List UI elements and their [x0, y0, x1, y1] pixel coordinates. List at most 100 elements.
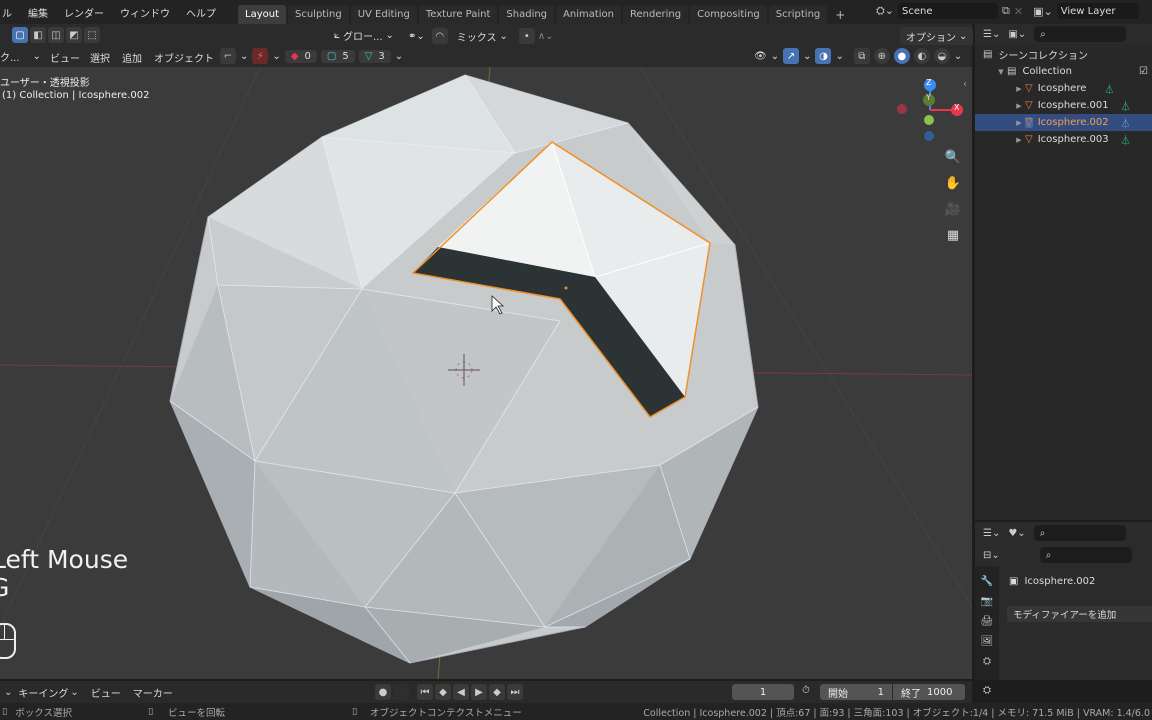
snap-mode-dropdown[interactable]: ミックス: [457, 29, 497, 44]
tab-animation[interactable]: Animation: [556, 5, 622, 24]
menu-timeline-view[interactable]: ビュー: [85, 685, 127, 700]
checkbox-icon[interactable]: ☑: [1139, 66, 1148, 77]
scene-icon[interactable]: ⛭⌄: [876, 4, 894, 18]
outliner-item-selected[interactable]: ▶ ▽ Icosphere.002 ⏃: [975, 114, 1152, 131]
view-layer-icon[interactable]: 🖼: [981, 636, 994, 647]
keystroke-display: Left Mouse: [0, 545, 129, 574]
chevron-down-icon[interactable]: ⌄: [0, 687, 16, 698]
tab-sculpting[interactable]: Sculpting: [288, 5, 349, 24]
outliner-search-input[interactable]: ⌕: [1034, 26, 1127, 42]
end-frame-field[interactable]: 終了 1000: [893, 684, 965, 700]
outliner-item[interactable]: ▶ ▽ Icosphere.003 ⏃: [975, 131, 1152, 148]
proportional-edit-icon[interactable]: •: [518, 28, 535, 44]
auto-key-icon[interactable]: [393, 684, 409, 700]
shading-options-chevron-icon[interactable]: ⌄: [954, 51, 962, 62]
scene-collection[interactable]: ▤ シーンコレクション: [975, 46, 1152, 63]
view-layer-icon[interactable]: ▣⌄: [1033, 5, 1053, 18]
next-keyframe-icon[interactable]: ◆: [489, 684, 505, 700]
menu-window[interactable]: ウィンドウ: [112, 5, 178, 20]
play-reverse-icon[interactable]: ◀: [453, 684, 469, 700]
snap-toggle-icon[interactable]: ◠: [431, 28, 448, 44]
collection-row[interactable]: ▼ ▤ Collection ☑: [975, 63, 1152, 80]
play-icon[interactable]: ▶: [471, 684, 487, 700]
jump-start-icon[interactable]: ⏮: [417, 684, 433, 700]
gizmo-options-chevron-icon[interactable]: ⌄: [395, 51, 403, 62]
sidebar-toggle-chevron-icon[interactable]: ‹: [963, 79, 967, 90]
menu-help[interactable]: ヘルプ: [178, 5, 224, 20]
stopwatch-icon[interactable]: ⏱: [802, 685, 810, 696]
expand-right-icon[interactable]: ▶: [1013, 85, 1025, 93]
perspective-grid-icon[interactable]: ▦: [942, 224, 964, 246]
tool-wrench-icon[interactable]: 🔧: [981, 576, 993, 587]
tab-texture-paint[interactable]: Texture Paint: [418, 5, 498, 24]
add-workspace-button[interactable]: +: [829, 6, 851, 24]
select-difference-icon[interactable]: ◩: [66, 27, 82, 43]
camera-view-icon[interactable]: 🎥: [942, 198, 964, 220]
rendered-shading-icon[interactable]: ◒: [933, 48, 950, 64]
search-input[interactable]: ⌕: [1033, 525, 1126, 541]
pan-hand-icon[interactable]: ✋: [942, 172, 964, 194]
render-icon[interactable]: 📷: [981, 596, 993, 607]
transform-orientation-dropdown[interactable]: グロー...: [343, 28, 383, 43]
properties-type-icon[interactable]: ⊟⌄: [983, 550, 1000, 561]
select-extend-icon[interactable]: ◧: [30, 27, 46, 43]
select-new-icon[interactable]: ▢: [12, 27, 28, 43]
properties-search-input[interactable]: ⌕: [1039, 547, 1132, 563]
menu-add[interactable]: 追加: [114, 50, 150, 65]
expand-down-icon[interactable]: ▼: [995, 68, 1007, 76]
outliner-item[interactable]: ▶ ▽ Icosphere ⏃: [975, 80, 1152, 97]
display-mode-icon[interactable]: ☰⌄: [983, 29, 1000, 40]
menu-render[interactable]: レンダー: [56, 5, 112, 20]
menu-file-partial[interactable]: ル: [0, 5, 20, 20]
expand-right-icon[interactable]: ▶: [1013, 102, 1025, 110]
tab-uv-editing[interactable]: UV Editing: [350, 5, 417, 24]
tab-layout[interactable]: Layout: [238, 5, 286, 24]
menu-object[interactable]: オブジェクト: [146, 50, 222, 65]
zoom-icon[interactable]: 🔍: [942, 146, 964, 168]
mode-dropdown[interactable]: ク...: [0, 49, 20, 64]
record-icon[interactable]: ●: [375, 684, 391, 700]
add-modifier-button[interactable]: モディファイアーを追加: [1007, 606, 1152, 622]
wireframe-shading-icon[interactable]: ⊕: [873, 48, 890, 64]
jump-end-icon[interactable]: ⏭: [507, 684, 523, 700]
gizmos-icon[interactable]: ↗: [783, 48, 800, 64]
tab-rendering[interactable]: Rendering: [623, 5, 689, 24]
menu-edit[interactable]: 編集: [20, 5, 56, 20]
tab-shading[interactable]: Shading: [499, 5, 555, 24]
menu-keying[interactable]: キーイング: [16, 685, 70, 700]
output-icon[interactable]: 🖨: [981, 616, 994, 627]
overlays-icon[interactable]: ◑: [815, 48, 832, 64]
scene-selector[interactable]: Scene: [898, 3, 999, 19]
prev-keyframe-icon[interactable]: ◆: [435, 684, 451, 700]
visibility-icon[interactable]: 👁: [754, 51, 767, 62]
gizmo-move-icon[interactable]: ⚡: [252, 48, 269, 64]
proportional-falloff-icon[interactable]: ∧⌄: [538, 31, 554, 42]
select-intersect-icon[interactable]: ⬚: [84, 27, 100, 43]
solid-shading-icon[interactable]: ●: [893, 48, 910, 64]
material-shading-icon[interactable]: ◐: [913, 48, 930, 64]
scene-icon[interactable]: ⛭: [983, 656, 991, 667]
tab-compositing[interactable]: Compositing: [690, 5, 767, 24]
tab-scripting[interactable]: Scripting: [768, 5, 828, 24]
delete-scene-icon[interactable]: ✕: [1014, 5, 1023, 18]
outliner-item[interactable]: ▶ ▽ Icosphere.001 ⏃: [975, 97, 1152, 114]
xray-icon[interactable]: ⧉: [853, 48, 870, 64]
start-frame-field[interactable]: 開始 1: [820, 684, 892, 700]
navigation-gizmo[interactable]: Z Y X: [895, 75, 970, 145]
view-layer-selector[interactable]: View Layer: [1056, 3, 1139, 19]
current-frame-field[interactable]: 1: [732, 684, 794, 700]
gizmo-toggle-icon[interactable]: ⌐: [220, 48, 236, 64]
3d-viewport[interactable]: ユーザー・透視投影 (1) Collection | Icosphere.002…: [0, 67, 972, 679]
options-dropdown[interactable]: オプション: [906, 29, 956, 44]
health-icon[interactable]: ♥⌄: [1008, 528, 1025, 539]
new-scene-icon[interactable]: ⧉: [1002, 4, 1010, 18]
select-subtract-icon[interactable]: ◫: [48, 27, 64, 43]
expand-right-icon[interactable]: ▶: [1013, 119, 1025, 127]
expand-right-icon[interactable]: ▶: [1013, 136, 1025, 144]
editor-type-icon[interactable]: ☰⌄: [983, 528, 1000, 539]
menu-marker[interactable]: マーカー: [127, 685, 179, 700]
menu-select[interactable]: 選択: [82, 50, 118, 65]
pivot-point-icon[interactable]: ⚭⌄: [408, 31, 425, 42]
scene-properties-icon[interactable]: ⛭: [983, 685, 991, 696]
filter-icon[interactable]: ▣⌄: [1008, 29, 1026, 40]
